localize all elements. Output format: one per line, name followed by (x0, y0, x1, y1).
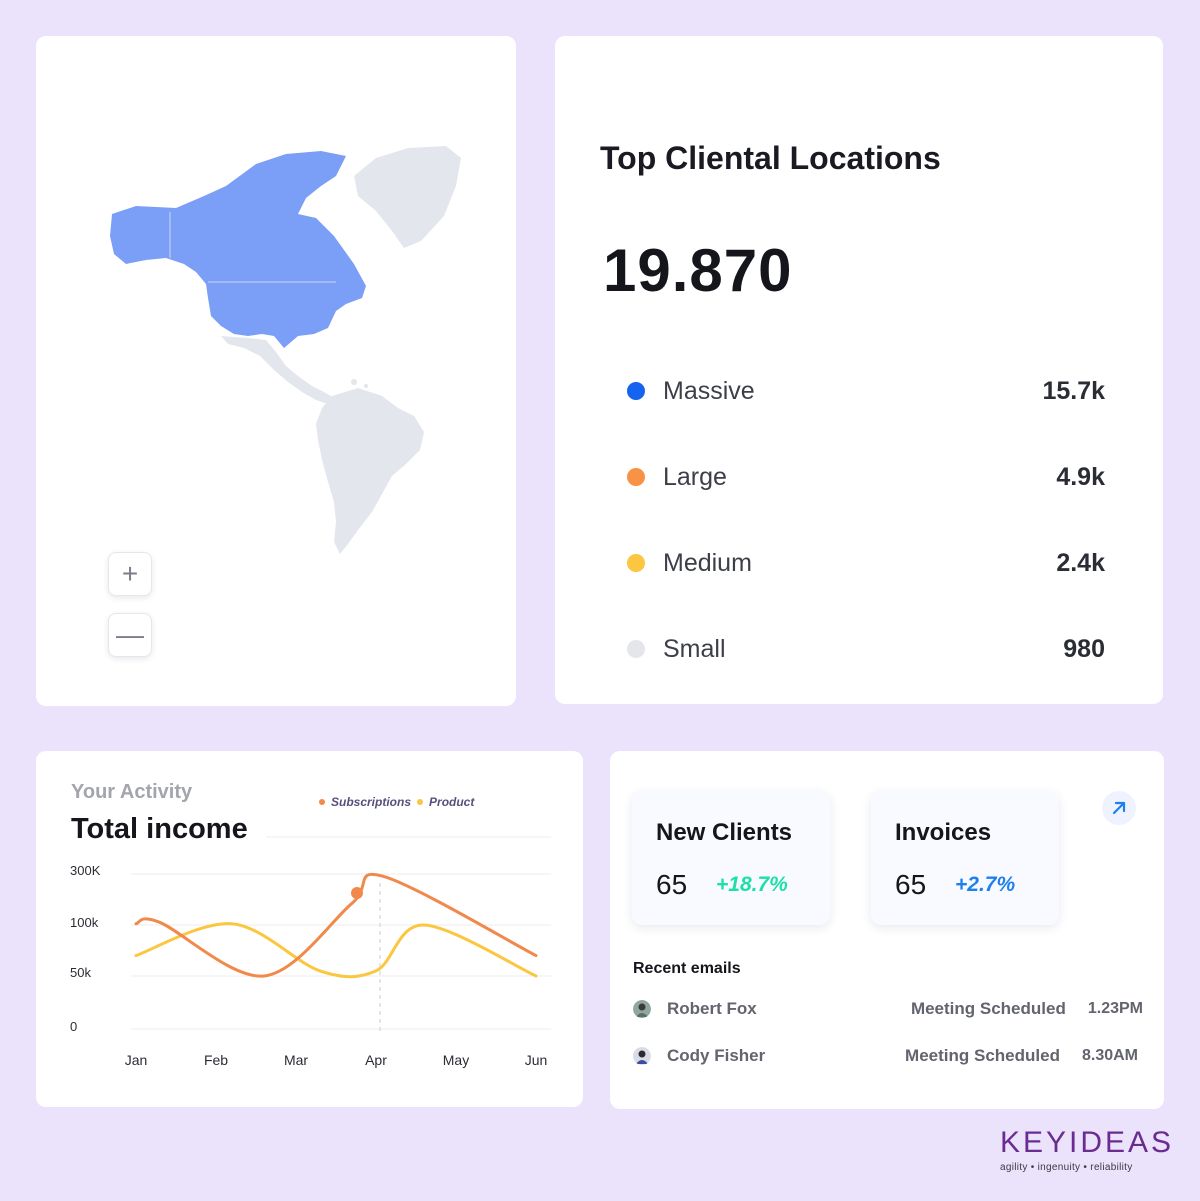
new-clients-stat[interactable]: New Clients 65 +18.7% (632, 791, 830, 925)
location-label: Medium (663, 548, 752, 577)
map-region-north-america (110, 151, 366, 348)
series-line-product (134, 922, 538, 979)
stat-delta: +2.7% (955, 873, 1016, 896)
map-card: + — (36, 36, 516, 706)
legend-item-product[interactable]: Product (417, 795, 474, 809)
location-value: 980 (1063, 634, 1105, 663)
activity-subtitle: Your Activity (71, 781, 193, 803)
brand-name: KEYIDEAS (1000, 1126, 1175, 1159)
y-tick-label: 300K (70, 863, 101, 878)
location-row-small: Small 980 (627, 629, 1105, 669)
highlight-point (351, 887, 363, 899)
locations-total: 19.870 (603, 237, 793, 304)
chart-legend: Subscriptions Product (319, 795, 480, 809)
email-row[interactable]: Cody Fisher Meeting Scheduled 8.30AM (633, 1043, 1138, 1069)
locations-card: Top Cliental Locations 19.870 Massive 15… (555, 36, 1163, 704)
y-tick-label: 100k (70, 915, 99, 930)
email-subject: Meeting Scheduled (910, 999, 1066, 1018)
locations-title: Top Cliental Locations (600, 140, 941, 176)
x-tick-label: Apr (365, 1052, 387, 1068)
map-region-greenland (354, 146, 461, 248)
email-time: 8.30AM (1081, 1047, 1138, 1064)
email-time: 1.23PM (1087, 1000, 1143, 1017)
legend-dot (627, 554, 645, 572)
zoom-out-button[interactable]: — (108, 613, 152, 657)
stat-title: New Clients (656, 819, 793, 846)
x-tick-label: Feb (204, 1052, 228, 1068)
stat-value: 65 (656, 869, 688, 900)
recent-emails-title: Recent emails (633, 960, 741, 977)
arrow-up-right-icon (1112, 801, 1126, 815)
avatar (633, 1047, 651, 1065)
y-tick-label: 50k (70, 965, 91, 980)
legend-dot (627, 468, 645, 486)
stat-title: Invoices (895, 819, 992, 846)
stat-value: 65 (895, 869, 927, 900)
email-subject: Meeting Scheduled (905, 1046, 1060, 1065)
legend-dot (627, 640, 645, 658)
legend-label: Product (429, 795, 475, 809)
x-tick-label: Mar (284, 1052, 308, 1068)
location-row-medium: Medium 2.4k (627, 543, 1105, 583)
legend-item-subscriptions[interactable]: Subscriptions (319, 795, 411, 809)
zoom-in-button[interactable]: + (108, 552, 152, 596)
legend-dot (417, 799, 424, 805)
x-tick-label: May (443, 1052, 469, 1068)
world-map[interactable] (36, 36, 516, 706)
summary-card: New Clients 65 +18.7% Invoices 65 +2.7% … (610, 751, 1164, 1109)
location-label: Large (663, 462, 727, 491)
location-row-massive: Massive 15.7k (627, 371, 1105, 411)
x-tick-label: Jan (125, 1052, 148, 1068)
location-value: 2.4k (1056, 548, 1105, 577)
expand-button[interactable] (1102, 791, 1136, 825)
legend-label: Subscriptions (331, 795, 412, 809)
location-value: 15.7k (1042, 376, 1105, 405)
email-row[interactable]: Robert Fox Meeting Scheduled 1.23PM (633, 996, 1143, 1022)
location-row-large: Large 4.9k (627, 457, 1105, 497)
map-region-central-america (221, 336, 334, 404)
location-value: 4.9k (1056, 462, 1105, 491)
y-tick-label: 0 (70, 1019, 77, 1034)
income-card: 300K 100k 50k 0 Jan Feb Mar Apr May Jun Your Acti… (36, 751, 583, 1107)
map-region-south-america (316, 388, 424, 554)
email-sender: Cody Fisher (667, 1046, 766, 1065)
brand-tagline: agility • ingenuity • reliability (1000, 1162, 1133, 1173)
income-chart: 300K 100k 50k 0 Jan Feb Mar Apr May Jun (70, 836, 551, 1068)
legend-dot (319, 799, 325, 805)
email-sender: Robert Fox (667, 999, 757, 1018)
location-label: Small (663, 634, 726, 663)
stat-delta: +18.7% (716, 873, 788, 896)
legend-dot (627, 382, 645, 400)
avatar (633, 1000, 651, 1018)
income-title: Total income (71, 813, 248, 845)
brand-logo: KEYIDEAS agility • ingenuity • reliabili… (1000, 1126, 1175, 1174)
location-label: Massive (663, 376, 755, 405)
x-tick-label: Jun (525, 1052, 548, 1068)
invoices-stat[interactable]: Invoices 65 +2.7% (871, 791, 1059, 925)
